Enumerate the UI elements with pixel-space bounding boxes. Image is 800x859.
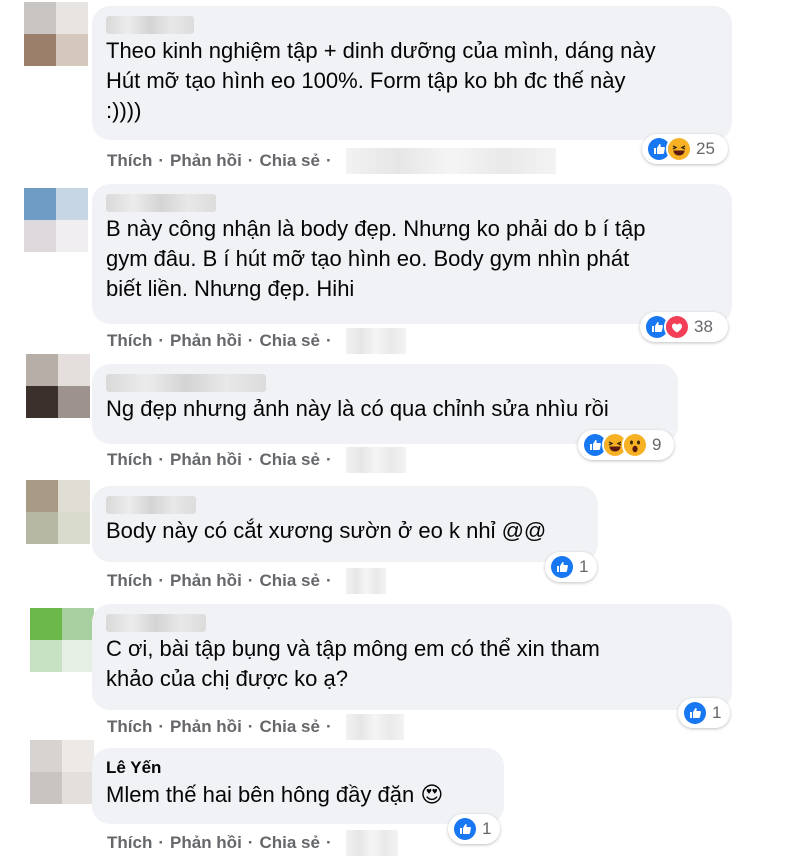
like-link[interactable]: Thích (107, 450, 152, 470)
share-link[interactable]: Chia sẻ (259, 571, 319, 591)
separator: · (247, 717, 254, 736)
avatar[interactable] (30, 740, 94, 804)
share-link[interactable]: Chia sẻ (259, 717, 319, 737)
comment-text: B này công nhận là body đẹp. Nhưng ko ph… (106, 216, 646, 301)
avatar[interactable] (24, 2, 88, 66)
reaction-count: 9 (652, 435, 662, 454)
separator: · (247, 151, 254, 170)
timestamp-blurred (345, 447, 406, 473)
commenter-name-blurred (106, 374, 266, 392)
reaction-count: 38 (694, 317, 713, 336)
separator: · (247, 571, 254, 590)
comment-actions: Thích · Phản hồi · Chia sẻ · (107, 328, 406, 354)
timestamp-blurred (345, 328, 406, 354)
haha-icon (666, 136, 692, 162)
share-link[interactable]: Chia sẻ (259, 151, 319, 171)
like-link[interactable]: Thích (107, 331, 152, 351)
love-icon (664, 314, 690, 340)
like-link[interactable]: Thích (107, 717, 152, 737)
comment-text: Theo kinh nghiệm tập + dinh dưỡng của mì… (106, 38, 656, 123)
separator: · (158, 833, 165, 852)
comment-actions: Thích · Phản hồi · Chia sẻ · (107, 447, 406, 473)
comment-text: Body này có cắt xương sườn ở eo k nhỉ @@ (106, 518, 547, 543)
comment-bubble: Lê Yến Mlem thế hai bên hông đầy đặn 😍 (92, 748, 504, 824)
separator: · (325, 571, 332, 590)
avatar[interactable] (30, 608, 94, 672)
comment-actions: Thích · Phản hồi · Chia sẻ · (107, 714, 404, 740)
separator: · (158, 450, 165, 469)
reaction-count: 1 (579, 557, 589, 576)
commenter-name-blurred (106, 16, 194, 34)
like-link[interactable]: Thích (107, 571, 152, 591)
heart-eyes-emoji: 😍 (420, 782, 444, 807)
comment-text: Ng đẹp nhưng ảnh này là có qua chỉnh sửa… (106, 396, 609, 421)
comment-bubble: C ơi, bài tập bụng và tập mông em có thể… (92, 604, 732, 710)
comment-bubble: Body này có cắt xương sườn ở eo k nhỉ @@ (92, 486, 598, 562)
like-link[interactable]: Thích (107, 151, 152, 171)
reply-link[interactable]: Phản hồi (170, 571, 242, 591)
like-link[interactable]: Thích (107, 833, 152, 853)
reaction-summary[interactable]: 25 (642, 134, 728, 164)
share-link[interactable]: Chia sẻ (259, 331, 319, 351)
reaction-summary[interactable]: 38 (640, 312, 728, 342)
comment-actions: Thích · Phản hồi · Chia sẻ · (107, 148, 556, 174)
comment-bubble: B này công nhận là body đẹp. Nhưng ko ph… (92, 184, 732, 324)
reply-link[interactable]: Phản hồi (170, 331, 242, 351)
comment-text: Mlem thế hai bên hông đầy đặn 😍 (106, 782, 444, 807)
timestamp-blurred (345, 830, 398, 856)
reaction-summary[interactable]: 1 (545, 552, 597, 582)
comment-actions: Thích · Phản hồi · Chia sẻ · (107, 830, 398, 856)
avatar[interactable] (26, 354, 90, 418)
commenter-name-blurred (106, 496, 196, 514)
timestamp-blurred (345, 568, 386, 594)
like-icon (549, 554, 575, 580)
commenter-name[interactable]: Lê Yến (106, 758, 490, 778)
share-link[interactable]: Chia sẻ (259, 450, 319, 470)
reaction-summary[interactable]: 1 (448, 814, 500, 844)
reaction-summary[interactable]: 1 (678, 698, 730, 728)
separator: · (247, 450, 254, 469)
like-icon (682, 700, 708, 726)
avatar[interactable] (24, 188, 88, 252)
separator: · (325, 151, 332, 170)
reaction-count: 1 (712, 703, 722, 722)
reaction-summary[interactable]: 9 (578, 430, 674, 460)
separator: · (247, 331, 254, 350)
timestamp-blurred (345, 714, 404, 740)
timestamp-blurred (345, 148, 556, 174)
reply-link[interactable]: Phản hồi (170, 151, 242, 171)
separator: · (247, 833, 254, 852)
reply-link[interactable]: Phản hồi (170, 450, 242, 470)
avatar[interactable] (26, 480, 90, 544)
separator: · (325, 717, 332, 736)
separator: · (158, 331, 165, 350)
separator: · (158, 571, 165, 590)
like-icon (452, 816, 478, 842)
commenter-name-blurred (106, 614, 206, 632)
comment-text: C ơi, bài tập bụng và tập mông em có thể… (106, 636, 600, 691)
separator: · (158, 717, 165, 736)
reaction-count: 25 (696, 139, 715, 158)
reaction-count: 1 (482, 819, 492, 838)
share-link[interactable]: Chia sẻ (259, 833, 319, 853)
comment-bubble: Theo kinh nghiệm tập + dinh dưỡng của mì… (92, 6, 732, 140)
commenter-name-blurred (106, 194, 216, 212)
comment-actions: Thích · Phản hồi · Chia sẻ · (107, 568, 386, 594)
reply-link[interactable]: Phản hồi (170, 833, 242, 853)
separator: · (325, 833, 332, 852)
separator: · (325, 450, 332, 469)
wow-icon (622, 432, 648, 458)
separator: · (325, 331, 332, 350)
separator: · (158, 151, 165, 170)
reply-link[interactable]: Phản hồi (170, 717, 242, 737)
